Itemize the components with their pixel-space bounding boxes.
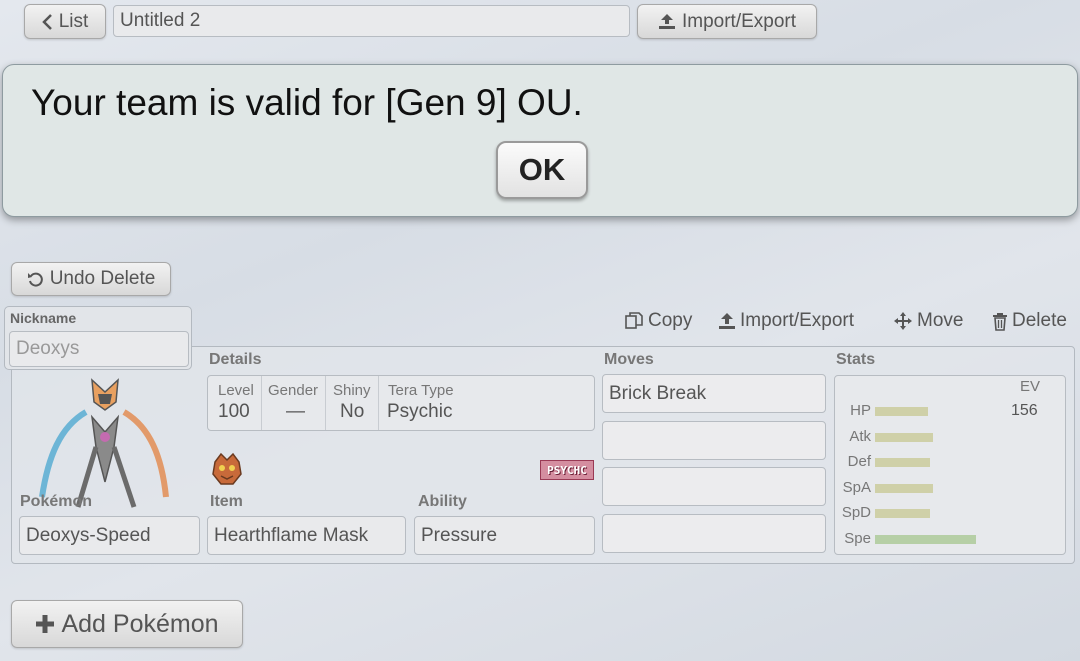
gender-field[interactable]: Gender —: [262, 376, 326, 430]
moves-label: Moves: [604, 351, 654, 368]
item-sprite: [207, 452, 247, 488]
details-box[interactable]: Level 100 Gender — Shiny No Tera Type Ps…: [207, 375, 595, 431]
stats-label: Stats: [836, 351, 876, 368]
set-import-export-label: Import/Export: [740, 310, 855, 331]
upload-icon: [658, 13, 676, 30]
undo-delete-button[interactable]: Undo Delete: [11, 262, 171, 296]
stat-name-spa: SpA: [842, 478, 871, 496]
nickname-input[interactable]: Deoxys: [9, 331, 189, 367]
nickname-section: Nickname Deoxys: [4, 306, 192, 370]
team-name-input[interactable]: Untitled 2: [113, 5, 630, 37]
stat-name-spe: Spe: [844, 530, 871, 547]
shiny-value: No: [340, 401, 365, 422]
hp-ev-value: 156: [1011, 402, 1038, 419]
shiny-head: Shiny: [333, 382, 371, 399]
copy-button[interactable]: Copy: [624, 310, 692, 332]
team-name-value: Untitled 2: [120, 10, 201, 31]
level-value: 100: [218, 401, 250, 422]
stat-bar-hp: [875, 407, 928, 416]
add-pokemon-button[interactable]: Add Pokémon: [11, 600, 243, 648]
stat-bar-atk: [875, 432, 933, 442]
tera-type-field[interactable]: Tera Type Psychic: [379, 376, 594, 430]
pokemon-input[interactable]: Deoxys-Speed: [19, 516, 200, 555]
move-label: Move: [917, 310, 964, 331]
tera-type-value: Psychic: [387, 401, 453, 422]
move-4-input[interactable]: [602, 514, 826, 553]
stat-bar-spa: [875, 483, 933, 493]
set-import-export-button[interactable]: Import/Export: [718, 310, 854, 332]
tera-type-head: Tera Type: [388, 382, 454, 399]
item-value: Hearthflame Mask: [214, 524, 369, 546]
ability-input[interactable]: Pressure: [414, 516, 595, 555]
item-label: Item: [210, 493, 243, 510]
pokemon-sprite[interactable]: [30, 372, 180, 512]
move-2-input[interactable]: [602, 421, 826, 460]
shiny-field[interactable]: Shiny No: [326, 376, 379, 430]
gender-value: —: [286, 401, 305, 422]
ok-button[interactable]: OK: [496, 141, 588, 199]
trash-icon: [992, 312, 1008, 331]
dialog-message: Your team is valid for [Gen 9] OU.: [31, 82, 583, 123]
stat-bar-def: [875, 458, 930, 468]
move-arrows-icon: [893, 311, 913, 331]
add-pokemon-label: Add Pokémon: [61, 609, 219, 638]
list-button-label: List: [58, 10, 89, 32]
copy-icon: [624, 311, 644, 331]
level-head: Level: [218, 382, 254, 399]
pokemon-value: Deoxys-Speed: [26, 524, 151, 546]
stat-name-hp: HP: [850, 402, 871, 419]
undo-delete-label: Undo Delete: [49, 268, 156, 289]
nickname-placeholder: Deoxys: [16, 338, 80, 359]
stat-bar-spd: [875, 509, 930, 519]
move-3-input[interactable]: [602, 467, 826, 506]
team-import-export-label: Import/Export: [681, 10, 797, 32]
stat-name-def: Def: [847, 453, 871, 471]
upload-icon: [718, 312, 736, 330]
validation-dialog: Your team is valid for [Gen 9] OU. OK: [2, 64, 1078, 217]
undo-icon: [27, 271, 44, 288]
team-import-export-button[interactable]: Import/Export: [637, 4, 817, 39]
stat-name-spd: SpD: [841, 504, 871, 522]
move-1-value: Brick Break: [609, 382, 707, 404]
pokemon-label: Pokémon: [20, 493, 93, 510]
ability-label: Ability: [418, 493, 467, 510]
ev-column-head: EV: [1020, 378, 1041, 395]
copy-label: Copy: [648, 310, 693, 331]
delete-button[interactable]: Delete: [992, 310, 1067, 332]
stat-name-atk: Atk: [849, 427, 871, 445]
ability-value: Pressure: [421, 524, 498, 546]
item-input[interactable]: Hearthflame Mask: [207, 516, 406, 555]
chevron-left-icon: [41, 13, 53, 30]
stats-box[interactable]: EV 156 HP Atk Def SpA SpD Spe: [834, 375, 1066, 555]
delete-label: Delete: [1012, 310, 1067, 331]
move-1-input[interactable]: Brick Break: [602, 374, 826, 413]
tera-type-badge: PSYCHC: [540, 460, 594, 480]
list-button[interactable]: List: [24, 4, 106, 39]
details-label: Details: [209, 351, 262, 368]
plus-icon: [35, 614, 55, 634]
nickname-label: Nickname: [10, 310, 77, 326]
level-field[interactable]: Level 100: [208, 376, 262, 430]
move-button[interactable]: Move: [893, 310, 963, 332]
stat-bar-spe: [875, 535, 976, 544]
gender-head: Gender: [268, 382, 319, 399]
